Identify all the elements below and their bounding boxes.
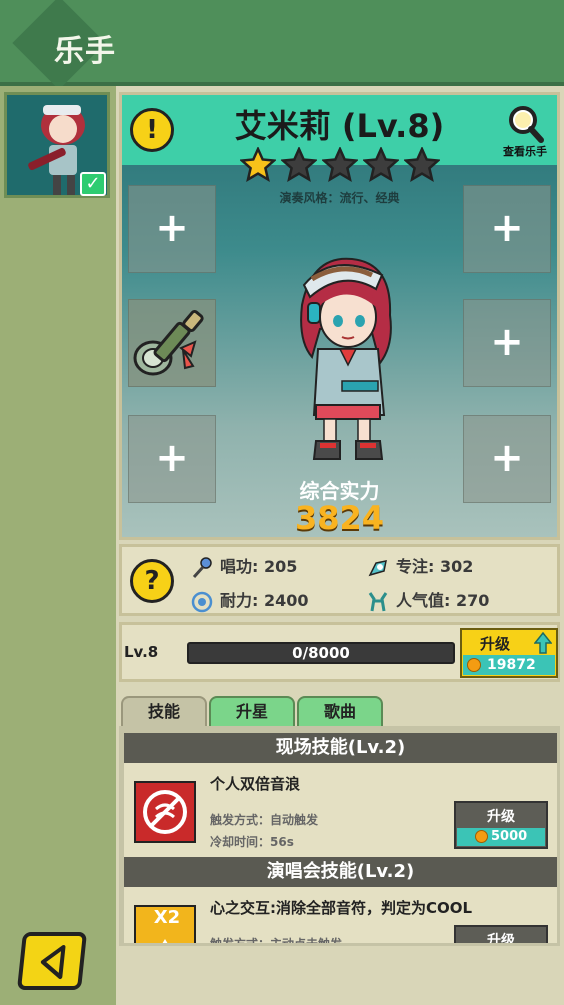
add-icon: + — [490, 319, 524, 365]
cheering-hands-icon — [368, 591, 388, 611]
tab-songs[interactable]: 歌曲 — [297, 696, 383, 726]
view-character-button[interactable]: 查看乐手 — [497, 103, 553, 161]
equipment-slot-top[interactable]: + — [463, 185, 551, 273]
focus-hand-icon — [368, 559, 387, 576]
equipment-slot-microphone[interactable] — [128, 299, 216, 387]
stat-singing: 唱功: 205 — [190, 553, 297, 579]
skill-card-concert: 演唱会技能(Lv.2) X2 心之交互:消除全部音符，判定为COOL 触发方式：… — [124, 857, 557, 946]
top-bar: 乐手 — [0, 0, 564, 90]
star-icon-empty — [404, 147, 440, 183]
magnifier-icon — [509, 106, 544, 143]
equipment-slot-gloves[interactable]: + — [463, 299, 551, 387]
skill-header: 演唱会技能(Lv.2) — [124, 857, 557, 887]
stat-popularity-text: 人气值: 270 — [396, 591, 490, 610]
add-icon: + — [490, 205, 524, 251]
back-arrow-icon — [40, 945, 66, 979]
add-icon: + — [155, 435, 189, 481]
level-upgrade-label: 升级 — [480, 635, 511, 653]
skill-upgrade-label: 升级 — [487, 933, 515, 946]
stat-focus-text: 专注: 302 — [396, 557, 474, 576]
tab-star-up[interactable]: 升星 — [209, 696, 295, 726]
skill-card-live: 现场技能(Lv.2) 个人双倍音浪 触发方式：自动触发 冷却时间：56s 升级 … — [124, 733, 557, 863]
skill-upgrade-label: 升级 — [487, 809, 515, 825]
stat-focus: 专注: 302 — [366, 553, 473, 579]
level-upgrade-button[interactable]: 升级 19872 — [460, 628, 558, 678]
coin-icon — [467, 658, 481, 672]
star-rating — [240, 147, 440, 183]
level-label: Lv.8 — [124, 643, 159, 661]
stat-stamina: 耐力: 2400 — [190, 587, 309, 613]
skill-upgrade-button[interactable]: 升级 — [454, 925, 548, 946]
tab-skills[interactable]: 技能 — [121, 696, 207, 728]
view-character-label: 查看乐手 — [503, 145, 547, 158]
level-panel: Lv.8 0/8000 升级 19872 — [119, 622, 560, 682]
skill-upgrade-button[interactable]: 升级 5000 — [454, 801, 548, 849]
page-title: 乐手 — [54, 34, 116, 69]
back-button[interactable] — [16, 932, 88, 990]
skill-name: 个人双倍音浪 — [210, 775, 301, 793]
skill-upgrade-cost-value: 5000 — [491, 829, 528, 844]
stat-stamina-text: 耐力: 2400 — [220, 591, 309, 610]
experience-bar: 0/8000 — [187, 642, 455, 664]
detail-tabs: 技能 升星 歌曲 — [119, 696, 560, 728]
character-name: 艾米莉 (Lv.8) — [234, 107, 445, 145]
skill-name: 心之交互:消除全部音符，判定为COOL — [210, 899, 473, 917]
skill-cooldown: 冷却时间：56s — [210, 835, 294, 849]
overall-power-value: 3824 — [294, 499, 385, 537]
level-upgrade-cost-value: 19872 — [487, 657, 536, 673]
bottom-area — [119, 946, 560, 1005]
star-icon-empty — [363, 147, 399, 183]
stat-singing-text: 唱功: 205 — [220, 557, 298, 576]
microphone-item-icon — [133, 309, 204, 376]
add-icon: + — [490, 435, 524, 481]
attributes-panel: ? 唱功: 205 专注: 302 耐力: 2400 人气值: 270 — [119, 544, 560, 616]
selected-check-icon: ✓ — [80, 172, 106, 196]
microphone-icon — [192, 556, 212, 578]
star-icon-filled — [240, 147, 276, 183]
skills-list: 现场技能(Lv.2) 个人双倍音浪 触发方式：自动触发 冷却时间：56s 升级 … — [119, 726, 560, 946]
star-icon-empty — [322, 147, 358, 183]
skill-trigger: 触发方式：自动触发 — [210, 813, 319, 827]
skill-upgrade-cost: 5000 — [457, 828, 545, 846]
skill-trigger: 触发方式：主动点击触发 — [210, 937, 343, 946]
coin-icon — [475, 830, 488, 843]
character-portrait — [300, 257, 392, 460]
attributes-help-button[interactable]: ? — [130, 559, 174, 603]
level-upgrade-cost: 19872 — [463, 655, 555, 675]
stat-popularity: 人气值: 270 — [366, 587, 489, 613]
add-icon: + — [155, 205, 189, 251]
skill-header: 现场技能(Lv.2) — [124, 733, 557, 763]
up-arrow-icon — [534, 632, 552, 654]
experience-text: 0/8000 — [292, 644, 350, 662]
target-icon — [191, 591, 213, 612]
star-icon-empty — [281, 147, 317, 183]
x2-skill-icon-label: X2 — [153, 907, 181, 928]
double-wave-skill-icon — [134, 781, 196, 843]
character-list-sidebar — [0, 86, 116, 1005]
equipment-slot-hat[interactable]: + — [128, 185, 216, 273]
character-panel: ! 艾米莉 (Lv.8) 查看乐手 演奏风格：流行、经典 + + + + + 综… — [119, 92, 560, 540]
